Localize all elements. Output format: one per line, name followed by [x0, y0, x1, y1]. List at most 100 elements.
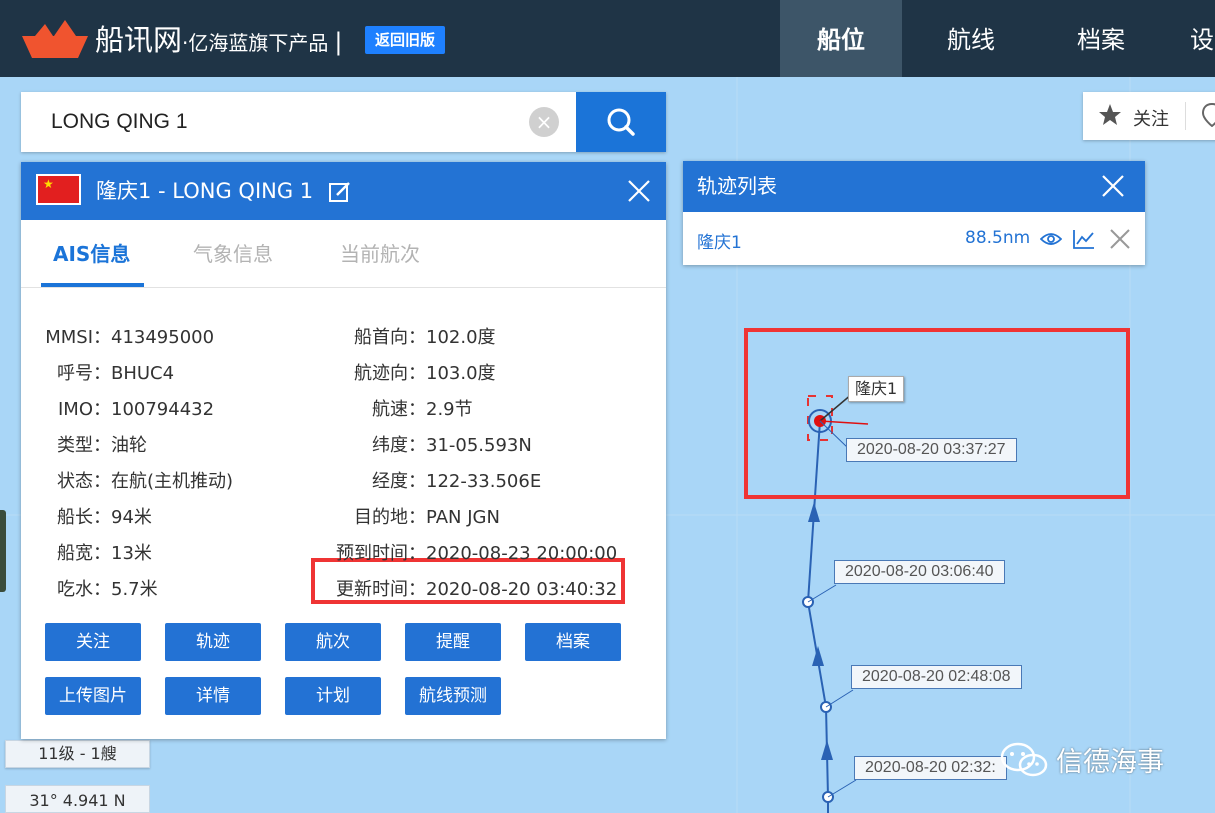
track-timestamp-label: 2020-08-20 02:32:: [854, 756, 1007, 780]
panel-header: ★ 隆庆1 - LONG QING 1: [21, 162, 666, 220]
info-row: 更新时间：2020-08-20 03:40:32: [291, 579, 617, 601]
track-timestamp-label: 2020-08-20 02:48:08: [851, 665, 1022, 689]
info-row: 状态：在航(主机推动): [21, 471, 233, 493]
close-icon[interactable]: [626, 178, 652, 204]
field-label: 经度：: [372, 471, 426, 492]
info-row: 类型：油轮: [21, 435, 147, 457]
plan-button[interactable]: 计划: [285, 677, 381, 715]
eye-icon[interactable]: [1040, 231, 1062, 247]
field-label: 船首向：: [354, 327, 426, 348]
panel-tabs: AIS信息 气象信息 当前航次: [21, 220, 666, 288]
upload-photo-button[interactable]: 上传图片: [45, 677, 141, 715]
direction-arrow: [821, 740, 833, 760]
field-label: MMSI：: [45, 327, 111, 348]
info-row: 呼号：BHUC4: [21, 363, 174, 385]
field-value: 油轮: [111, 435, 147, 456]
coordinate-readout: 31° 4.941 N: [5, 785, 150, 813]
nav-tab-ship-position[interactable]: 船位: [780, 0, 902, 77]
nav-tab-more[interactable]: 设: [1170, 0, 1215, 77]
field-label: 吃水：: [57, 579, 111, 600]
chart-icon[interactable]: [1073, 229, 1095, 249]
clear-icon[interactable]: ×: [529, 107, 559, 137]
archive-button[interactable]: 档案: [525, 623, 621, 661]
field-value: 13米: [111, 543, 152, 564]
field-label: 船长：: [57, 507, 111, 528]
field-value: 103.0度: [426, 363, 496, 384]
field-label: IMO：: [57, 399, 111, 420]
info-row: 航速：2.9节: [291, 399, 473, 421]
side-toolbar-handle[interactable]: [0, 510, 6, 592]
track-list-header: 轨迹列表: [683, 161, 1145, 212]
follow-label[interactable]: 关注: [1133, 105, 1169, 131]
field-value: PAN JGN: [426, 507, 500, 528]
nav-tab-archive[interactable]: 档案: [1040, 0, 1162, 77]
field-label: 船宽：: [57, 543, 111, 564]
tab-ais-info[interactable]: AIS信息: [53, 238, 130, 267]
track-button[interactable]: 轨迹: [165, 623, 261, 661]
follow-toolbar: 关注: [1083, 92, 1215, 140]
track-list-panel: 轨迹列表 隆庆1 88.5nm: [683, 161, 1145, 265]
nav-tab-routes[interactable]: 航线: [910, 0, 1032, 77]
tab-weather-info[interactable]: 气象信息: [193, 238, 273, 267]
track-ship-name[interactable]: 隆庆1: [697, 228, 742, 253]
tab-current-voyage[interactable]: 当前航次: [340, 238, 420, 267]
close-icon[interactable]: [1101, 174, 1125, 198]
ship-map-label: 隆庆1: [848, 376, 905, 402]
field-label: 呼号：: [57, 363, 111, 384]
field-value: 413495000: [111, 327, 215, 348]
field-value: 2020-08-23 20:00:00: [426, 543, 618, 564]
info-row: 船首向：102.0度: [291, 327, 496, 349]
field-value: 在航(主机推动): [111, 471, 234, 492]
track-distance: 88.5nm: [965, 228, 1031, 248]
info-row: 航迹向：103.0度: [291, 363, 496, 385]
search-button[interactable]: [576, 92, 666, 152]
reminder-button[interactable]: 提醒: [405, 623, 501, 661]
field-value: 122-33.506E: [426, 471, 542, 492]
direction-arrow: [812, 646, 824, 666]
field-value: 94米: [111, 507, 152, 528]
field-value: 2.9节: [426, 399, 473, 420]
info-row: IMO：100794432: [21, 399, 214, 421]
field-value: 2020-08-20 03:40:32: [426, 579, 618, 600]
info-row: 目的地：PAN JGN: [291, 507, 500, 529]
track-timestamp-label: 2020-08-20 03:37:27: [846, 438, 1017, 462]
map-pin-icon[interactable]: [1201, 103, 1215, 127]
voyage-button[interactable]: 航次: [285, 623, 381, 661]
field-label: 航迹向：: [354, 363, 426, 384]
info-row: 经度：122-33.506E: [291, 471, 541, 493]
edit-icon[interactable]: [328, 180, 352, 204]
info-row: 预到时间：2020-08-23 20:00:00: [291, 543, 617, 565]
brand-name: 船讯网·亿海蓝旗下产品 |: [95, 23, 343, 57]
boat-logo-icon: [22, 20, 88, 58]
track-list-title: 轨迹列表: [697, 174, 777, 198]
direction-arrow: [808, 502, 820, 522]
details-button[interactable]: 详情: [165, 677, 261, 715]
track-timestamp-label: 2020-08-20 03:06:40: [834, 560, 1005, 584]
field-value: 100794432: [111, 399, 215, 420]
field-label: 预到时间：: [336, 543, 426, 564]
info-row: 船宽：13米: [21, 543, 152, 565]
divider: [1185, 102, 1186, 130]
field-label: 目的地：: [354, 507, 426, 528]
follow-button[interactable]: 关注: [45, 623, 141, 661]
star-icon[interactable]: [1098, 103, 1122, 127]
field-value: BHUC4: [111, 363, 175, 384]
zoom-level-indicator: 11级 - 1艘: [5, 740, 150, 768]
china-flag-icon: ★: [36, 174, 81, 205]
old-version-button[interactable]: 返回旧版: [365, 26, 446, 54]
remove-track-icon[interactable]: [1109, 228, 1131, 250]
active-tab-underline: [41, 283, 144, 287]
field-label: 状态：: [57, 471, 111, 492]
search-icon: [607, 108, 635, 136]
field-value: 102.0度: [426, 327, 496, 348]
field-value: 5.7米: [111, 579, 158, 600]
info-row: 吃水：5.7米: [21, 579, 158, 601]
ship-title: 隆庆1 - LONG QING 1: [96, 179, 314, 203]
field-value: 31-05.593N: [426, 435, 532, 456]
search-input[interactable]: [21, 92, 576, 152]
route-prediction-button[interactable]: 航线预测: [405, 677, 501, 715]
watermark-text: 信德海事: [1056, 747, 1164, 778]
field-label: 类型：: [57, 435, 111, 456]
field-label: 航速：: [372, 399, 426, 420]
info-row: MMSI：413495000: [21, 327, 214, 349]
